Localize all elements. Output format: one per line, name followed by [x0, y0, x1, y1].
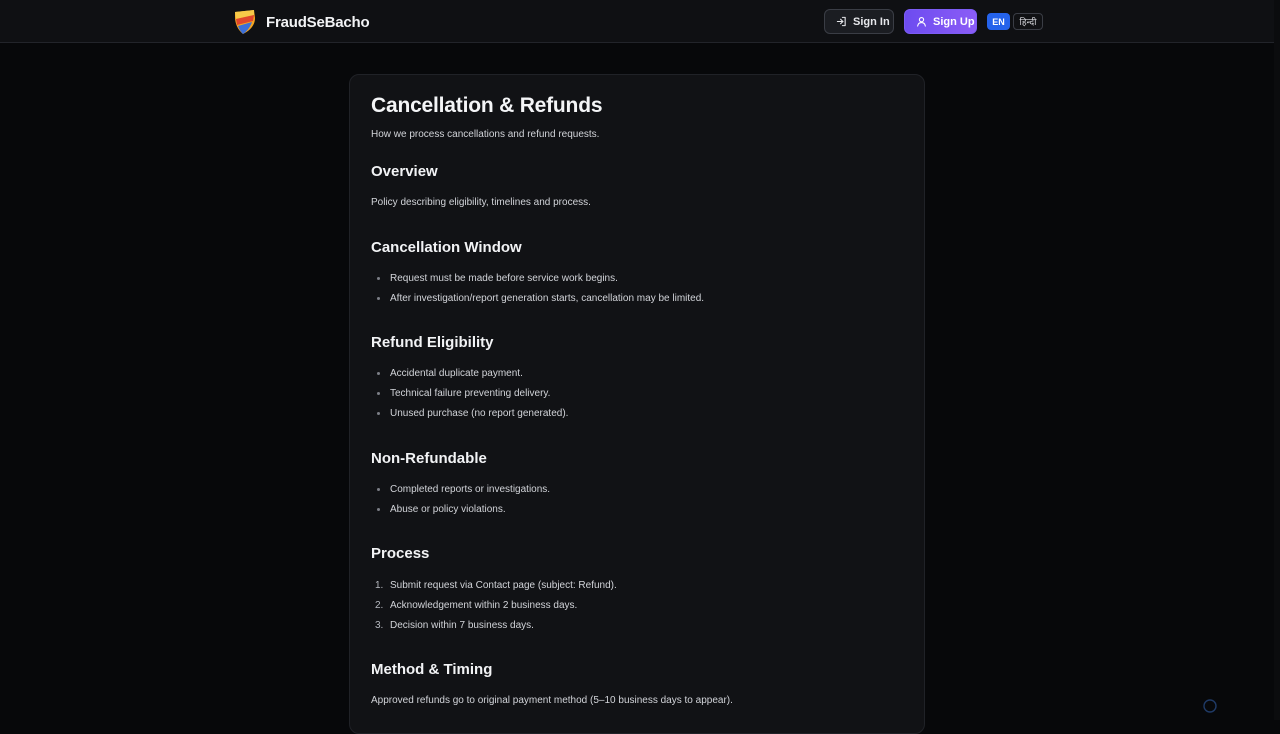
- shield-logo-icon: [233, 9, 257, 35]
- sign-up-button[interactable]: Sign Up: [904, 9, 977, 34]
- page-subtitle: How we process cancellations and refund …: [371, 129, 600, 140]
- process-steps-list: 1. Submit request via Contact page (subje…: [371, 580, 617, 640]
- step-number: 1.: [375, 580, 384, 591]
- step-text: Submit request via Contact page (subject…: [390, 580, 617, 591]
- step-text: Decision within 7 business days.: [390, 620, 534, 631]
- cancellation-window-heading: Cancellation Window: [371, 239, 522, 256]
- list-item: Technical failure preventing delivery.: [371, 388, 568, 408]
- sign-up-label: Sign Up: [933, 15, 975, 28]
- language-en-button[interactable]: EN: [987, 13, 1010, 30]
- list-item: Unused purchase (no report generated).: [371, 408, 568, 428]
- overview-text: Policy describing eligibility, timelines…: [371, 197, 591, 208]
- list-item: Accidental duplicate payment.: [371, 368, 568, 388]
- top-navigation-bar: FraudSeBacho Sign In Sign Up EN हिन्दी: [0, 0, 1280, 43]
- sign-in-label: Sign In: [853, 15, 890, 28]
- list-item: 3. Decision within 7 business days.: [371, 620, 617, 640]
- non-refundable-list: Completed reports or investigations. Abu…: [371, 484, 550, 524]
- sign-in-button[interactable]: Sign In: [824, 9, 894, 34]
- step-text: Acknowledgement within 2 business days.: [390, 600, 578, 611]
- refund-eligibility-heading: Refund Eligibility: [371, 334, 494, 351]
- language-hindi-button[interactable]: हिन्दी: [1013, 13, 1043, 30]
- step-number: 3.: [375, 620, 384, 631]
- page-title: Cancellation & Refunds: [371, 94, 603, 117]
- list-item: 1. Submit request via Contact page (subje…: [371, 580, 617, 600]
- non-refundable-heading: Non-Refundable: [371, 450, 487, 467]
- user-icon: [916, 16, 927, 27]
- page-scrollbar[interactable]: [1274, 0, 1280, 720]
- brand-home-link[interactable]: FraudSeBacho: [233, 9, 370, 35]
- list-item: 2. Acknowledgement within 2 business days…: [371, 600, 617, 620]
- cancellation-window-list: Request must be made before service work…: [371, 273, 704, 313]
- login-arrow-icon: [836, 16, 847, 27]
- refund-eligibility-list: Accidental duplicate payment. Technical …: [371, 368, 568, 428]
- step-number: 2.: [375, 600, 384, 611]
- watermark-logo-icon: [1203, 699, 1217, 713]
- method-timing-heading: Method & Timing: [371, 661, 493, 678]
- list-item: After investigation/report generation st…: [371, 293, 704, 313]
- brand-name: FraudSeBacho: [266, 13, 370, 31]
- list-item: Completed reports or investigations.: [371, 484, 550, 504]
- process-heading: Process: [371, 545, 430, 562]
- list-item: Abuse or policy violations.: [371, 504, 550, 524]
- method-timing-text: Approved refunds go to original payment …: [371, 695, 733, 706]
- overview-heading: Overview: [371, 163, 438, 180]
- list-item: Request must be made before service work…: [371, 273, 704, 293]
